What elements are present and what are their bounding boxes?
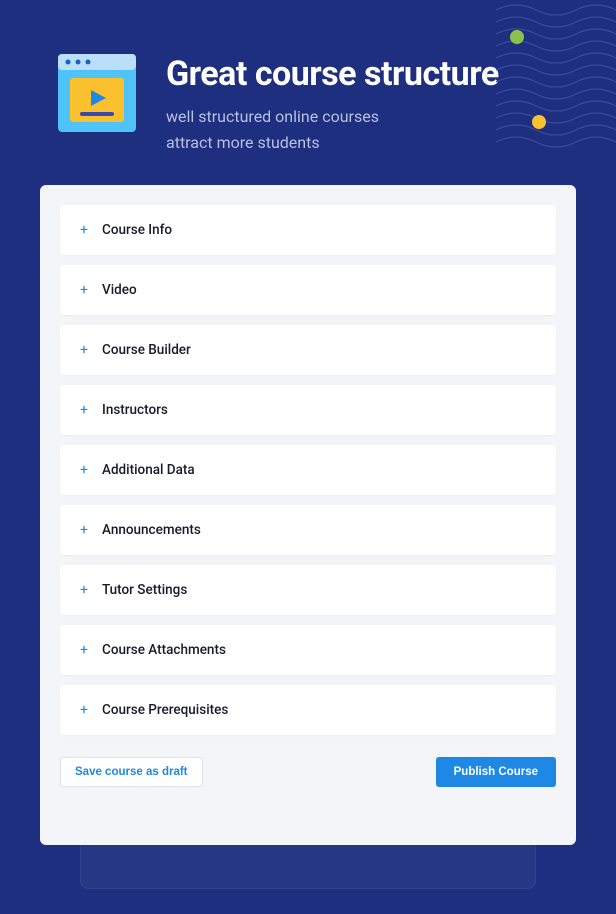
plus-icon: + [78, 702, 90, 718]
section-tutor-settings[interactable]: + Tutor Settings [60, 565, 556, 615]
decoration-dot-green [510, 30, 524, 44]
section-course-prerequisites[interactable]: + Course Prerequisites [60, 685, 556, 735]
section-course-builder[interactable]: + Course Builder [60, 325, 556, 375]
plus-icon: + [78, 282, 90, 298]
course-settings-panel: + Course Info + Video + Course Builder +… [40, 185, 576, 845]
plus-icon: + [78, 522, 90, 538]
section-course-attachments[interactable]: + Course Attachments [60, 625, 556, 675]
page-title: Great course structure [166, 54, 499, 94]
section-course-info[interactable]: + Course Info [60, 205, 556, 255]
page-subtitle: well structured online courses attract m… [166, 104, 499, 155]
plus-icon: + [78, 462, 90, 478]
page-header: Great course structure well structured o… [0, 0, 616, 185]
section-label: Course Prerequisites [102, 702, 228, 718]
plus-icon: + [78, 642, 90, 658]
panel-shadow-decoration [80, 829, 536, 889]
section-instructors[interactable]: + Instructors [60, 385, 556, 435]
section-label: Tutor Settings [102, 582, 187, 598]
section-additional-data[interactable]: + Additional Data [60, 445, 556, 495]
section-label: Course Info [102, 222, 172, 238]
section-announcements[interactable]: + Announcements [60, 505, 556, 555]
section-video[interactable]: + Video [60, 265, 556, 315]
plus-icon: + [78, 222, 90, 238]
section-label: Course Attachments [102, 642, 226, 658]
section-label: Course Builder [102, 342, 191, 358]
plus-icon: + [78, 402, 90, 418]
accordion-list: + Course Info + Video + Course Builder +… [60, 205, 556, 745]
video-player-icon [58, 54, 136, 132]
publish-button[interactable]: Publish Course [436, 757, 556, 787]
section-label: Instructors [102, 402, 168, 418]
section-label: Announcements [102, 522, 201, 538]
decoration-dot-yellow [532, 115, 546, 129]
plus-icon: + [78, 582, 90, 598]
plus-icon: + [78, 342, 90, 358]
form-actions: Save course as draft Publish Course [60, 757, 556, 787]
save-draft-button[interactable]: Save course as draft [60, 757, 203, 787]
section-label: Video [102, 282, 137, 298]
section-label: Additional Data [102, 462, 195, 478]
